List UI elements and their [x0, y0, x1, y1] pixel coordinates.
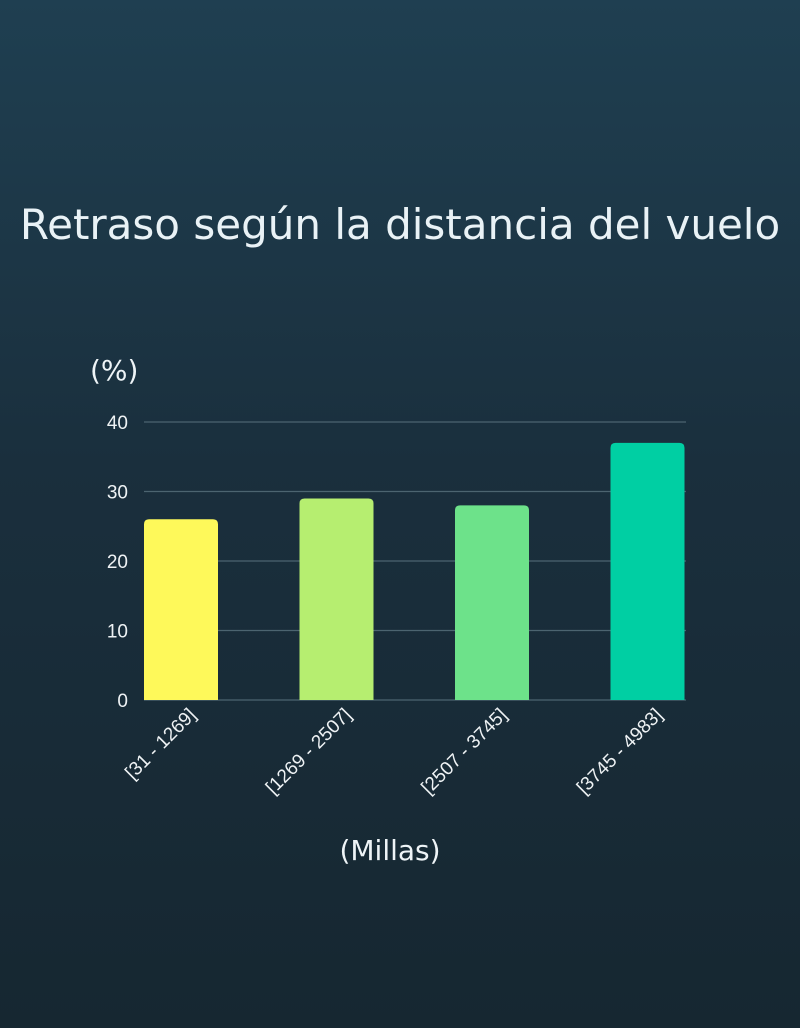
bar: [299, 498, 374, 700]
bar: [144, 519, 218, 700]
x-axis-label: (Millas): [339, 834, 441, 867]
y-tick-labels: 0 10 20 30 40: [107, 413, 128, 712]
x-tick-label: [1269 - 2507]: [262, 705, 356, 799]
x-tick-label: [3745 - 4983]: [573, 705, 667, 799]
y-tick-label: 40: [107, 413, 128, 434]
y-tick-label: 30: [107, 483, 128, 504]
y-tick-label: 10: [107, 622, 128, 643]
gridlines: [144, 421, 686, 701]
x-tick-label: [2507 - 3745]: [418, 705, 512, 799]
y-tick-label: 20: [107, 552, 128, 573]
bars: [144, 442, 685, 700]
bar-chart: 0 10 20 30 40 [31 - 1269] [1269 - 2507] [2507 …: [107, 413, 686, 799]
y-tick-label: 0: [117, 691, 128, 712]
bar: [610, 442, 685, 700]
x-tick-labels: [31 - 1269] [1269 - 2507] [2507 - 3745] [37…: [121, 705, 667, 799]
x-tick-label: [31 - 1269]: [121, 705, 200, 784]
bar: [455, 505, 529, 700]
